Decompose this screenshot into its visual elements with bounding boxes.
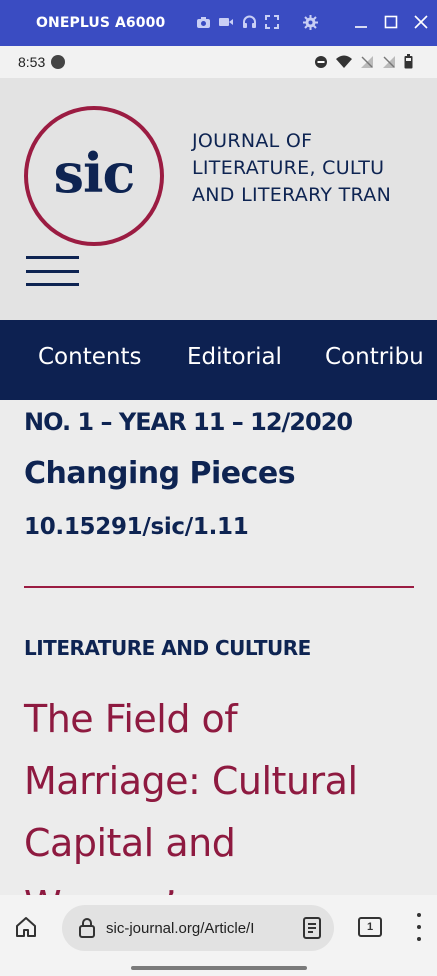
divider [24,586,414,588]
emulator-toolbar [195,14,318,30]
minimize-icon[interactable] [353,12,369,32]
settings-icon[interactable] [302,14,318,30]
hamburger-menu-icon[interactable] [26,256,79,286]
issue-title[interactable]: Changing Pieces [24,456,296,491]
main-nav: Contents Editorial Contribu [0,320,437,400]
headphones-icon[interactable] [241,14,257,30]
article-title-line: Marriage: Cultural [24,759,358,803]
logo-text: sic [53,141,136,205]
status-time: 8:53 [18,54,46,70]
overflow-menu-icon[interactable] [412,913,426,941]
tab-switcher-button[interactable]: 1 [358,917,382,937]
nav-item-contributors[interactable]: Contribu [325,344,424,370]
url-text: sic-journal.org/Article/I [106,919,255,937]
status-bar: 8:53 [0,46,437,78]
journal-logo[interactable]: sic [24,106,164,246]
lock-icon [78,918,96,938]
fullscreen-icon[interactable] [264,14,280,30]
article-title-line: Women’s [24,874,424,895]
journal-title-line: JOURNAL OF [192,130,313,152]
article-content: NO. 1 – YEAR 11 – 12/2020 Changing Piece… [0,400,437,895]
close-icon[interactable] [413,12,429,32]
browser-toolbar: sic-journal.org/Article/I 1 [0,895,437,976]
article-title: The Field of Marriage: Cultural Capital … [24,688,424,895]
gesture-bar[interactable] [131,966,307,970]
video-icon[interactable] [218,14,234,30]
device-name: ONEPLUS A6000 [36,15,166,31]
reader-mode-icon[interactable] [302,917,322,939]
doi-link[interactable]: 10.15291/sic/1.11 [24,514,249,540]
section-label: LITERATURE AND CULTURE [24,636,311,660]
journal-title-line: LITERATURE, CULTU [192,157,385,179]
nav-item-editorial[interactable]: Editorial [187,344,282,370]
maximize-icon[interactable] [383,12,399,32]
journal-title-line: AND LITERARY TRAN [192,184,392,206]
signal-icon [360,55,374,69]
wifi-icon [336,55,352,69]
data-saver-icon [51,55,66,69]
window-controls [353,12,429,32]
site-header: sic JOURNAL OF LITERATURE, CULTU AND LIT… [0,78,437,320]
signal-icon [382,55,396,69]
dnd-icon [314,55,328,69]
issue-label[interactable]: NO. 1 – YEAR 11 – 12/2020 [24,408,353,436]
battery-icon [404,54,413,69]
home-icon[interactable] [14,915,38,939]
article-title-line: The Field of [24,697,238,741]
emulator-title-bar: ONEPLUS A6000 [0,0,437,46]
journal-title: JOURNAL OF LITERATURE, CULTU AND LITERAR… [192,128,391,209]
article-title-line: Capital and [24,821,236,865]
nav-item-contents[interactable]: Contents [38,344,141,370]
camera-icon[interactable] [195,14,211,30]
address-bar[interactable]: sic-journal.org/Article/I [62,905,334,951]
status-icons [314,54,413,69]
